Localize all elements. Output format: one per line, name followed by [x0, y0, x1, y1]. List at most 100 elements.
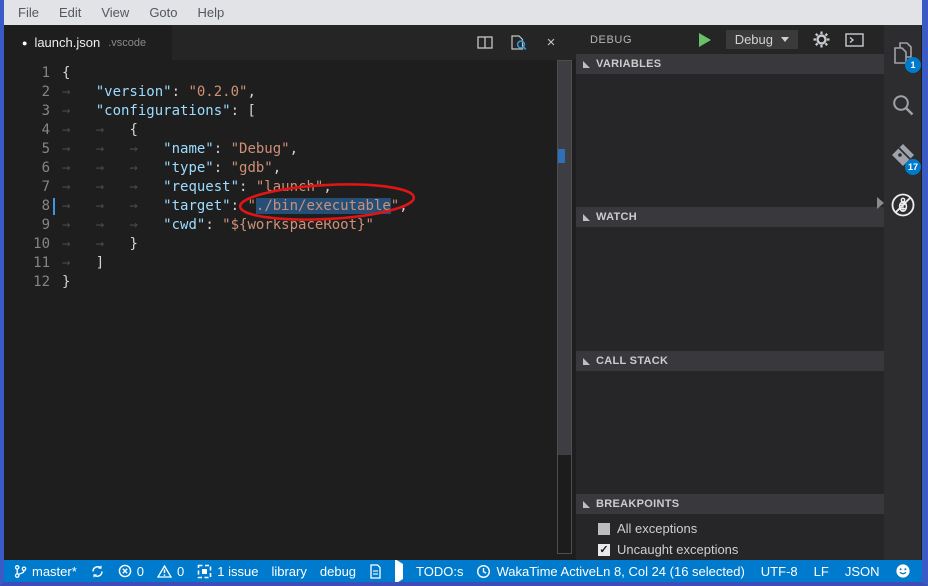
menu-help[interactable]: Help: [188, 5, 235, 20]
line-number[interactable]: 6: [4, 159, 50, 178]
status-debug[interactable]: debug: [320, 564, 356, 579]
section-header-variables[interactable]: VARIABLES: [576, 54, 884, 74]
status-label: UTF-8: [761, 564, 798, 579]
line-number[interactable]: 1: [4, 64, 50, 83]
selected-text: ./bin/executable: [256, 198, 391, 214]
git-branch-icon: [14, 564, 27, 579]
status-warnings[interactable]: 0: [157, 564, 184, 579]
editor-scrollbar[interactable]: [557, 60, 572, 554]
status-encoding[interactable]: UTF-8: [761, 564, 798, 579]
breakpoint-option[interactable]: ✓Uncaught exceptions: [576, 539, 884, 560]
gear-icon[interactable]: [813, 31, 830, 48]
activity-search-icon[interactable]: [884, 85, 921, 125]
token: ,: [247, 84, 255, 100]
token: → →: [62, 122, 129, 138]
section-header-call-stack[interactable]: CALL STACK: [576, 351, 884, 371]
line-number[interactable]: 4: [4, 121, 50, 140]
status-label: WakaTime Active: [496, 564, 595, 579]
section-body-call-stack: [576, 371, 884, 494]
status-language-mode[interactable]: JSON: [845, 564, 880, 579]
breakpoint-option[interactable]: All exceptions: [576, 518, 884, 539]
debug-console-icon[interactable]: [845, 33, 864, 47]
section-header-breakpoints[interactable]: BREAKPOINTS: [576, 494, 884, 514]
token: }: [129, 236, 137, 252]
smiley-icon: [895, 563, 911, 579]
code-line[interactable]: 1{: [4, 64, 576, 83]
line-number[interactable]: 3: [4, 102, 50, 121]
status-left-group: master* 0 0 1 issue library debug TODO:s WakaTi…: [14, 564, 596, 579]
status-label: 0: [137, 564, 144, 579]
start-debug-button[interactable]: [699, 33, 711, 47]
code-line[interactable]: 7→ → → "request": "launch",: [4, 178, 576, 197]
status-sync[interactable]: [90, 564, 105, 579]
code-line[interactable]: 9→ → → "cwd": "${workspaceRoot}": [4, 216, 576, 235]
status-label: library: [271, 564, 306, 579]
code-line[interactable]: 8→ → → "target": "./bin/executable",: [4, 197, 576, 216]
line-number[interactable]: 12: [4, 273, 50, 292]
open-preview-icon[interactable]: [509, 35, 527, 51]
menu-edit[interactable]: Edit: [49, 5, 91, 20]
status-todos[interactable]: TODO:s: [416, 564, 463, 579]
status-library[interactable]: library: [271, 564, 306, 579]
activity-git-icon[interactable]: 17: [884, 135, 921, 175]
checkbox-checked[interactable]: ✓: [598, 544, 610, 556]
tab-launch-json[interactable]: ● launch.json .vscode: [4, 25, 172, 60]
token: ,: [273, 160, 281, 176]
collapse-triangle-icon: [583, 358, 590, 365]
section-label: WATCH: [596, 211, 637, 223]
breakpoint-option-label: All exceptions: [617, 521, 697, 536]
selection-overview-marker: [558, 149, 565, 163]
code-line[interactable]: 3→ "configurations": [: [4, 102, 576, 121]
tab-detail: .vscode: [108, 37, 146, 49]
text-cursor: [53, 198, 55, 215]
status-feedback[interactable]: [895, 563, 911, 579]
section-header-watch[interactable]: WATCH: [576, 207, 884, 227]
line-number[interactable]: 10: [4, 235, 50, 254]
status-errors[interactable]: 0: [118, 564, 144, 579]
debug-config-dropdown[interactable]: Debug: [726, 30, 798, 49]
code-line[interactable]: 10→ → }: [4, 235, 576, 254]
code-line[interactable]: 2→ "version": "0.2.0",: [4, 83, 576, 102]
line-number[interactable]: 9: [4, 216, 50, 235]
activity-explorer-icon[interactable]: 1: [884, 33, 921, 73]
status-notes-file[interactable]: [369, 564, 382, 579]
status-run-task[interactable]: [395, 564, 403, 579]
token: :: [172, 84, 189, 100]
code-line[interactable]: 5→ → → "name": "Debug",: [4, 140, 576, 159]
status-eol[interactable]: LF: [814, 564, 829, 579]
line-number[interactable]: 2: [4, 83, 50, 102]
line-number[interactable]: 11: [4, 254, 50, 273]
status-issues[interactable]: 1 issue: [197, 564, 258, 579]
activity-debug-icon[interactable]: [884, 185, 921, 225]
code-line[interactable]: 11→ ]: [4, 254, 576, 273]
checkbox-unchecked[interactable]: [598, 523, 610, 535]
code-text: → ]: [50, 254, 104, 273]
section-body-breakpoints: All exceptions ✓Uncaught exceptions: [576, 514, 884, 560]
sidebar-title: DEBUG: [590, 34, 632, 46]
line-number[interactable]: 7: [4, 178, 50, 197]
status-branch[interactable]: master*: [14, 564, 77, 579]
menu-goto[interactable]: Goto: [139, 5, 187, 20]
token: "version": [96, 84, 172, 100]
code-text: → → }: [50, 235, 138, 254]
token: "cwd": [163, 217, 205, 233]
menu-file[interactable]: File: [8, 5, 49, 20]
status-bar: master* 0 0 1 issue library debug TODO:s WakaTi…: [4, 560, 922, 582]
line-number[interactable]: 8: [4, 197, 50, 216]
code-line[interactable]: 4→ → {: [4, 121, 576, 140]
line-number[interactable]: 5: [4, 140, 50, 159]
status-wakatime[interactable]: WakaTime Active: [476, 564, 595, 579]
close-icon[interactable]: ×: [542, 35, 560, 51]
code-line[interactable]: 12}: [4, 273, 576, 292]
status-label: 0: [177, 564, 184, 579]
code-editor[interactable]: 1{2→ "version": "0.2.0",3→ "configuratio…: [4, 60, 576, 560]
menu-bar: FileEditViewGotoHelp: [4, 0, 922, 25]
token: {: [62, 65, 70, 81]
code-line[interactable]: 6→ → → "type": "gdb",: [4, 159, 576, 178]
token: :: [205, 217, 222, 233]
token: ": [247, 198, 255, 214]
scrollbar-thumb[interactable]: [558, 61, 571, 455]
split-editor-icon[interactable]: [476, 35, 494, 51]
menu-view[interactable]: View: [91, 5, 139, 20]
status-cursor-position[interactable]: Ln 8, Col 24 (16 selected): [596, 564, 745, 579]
